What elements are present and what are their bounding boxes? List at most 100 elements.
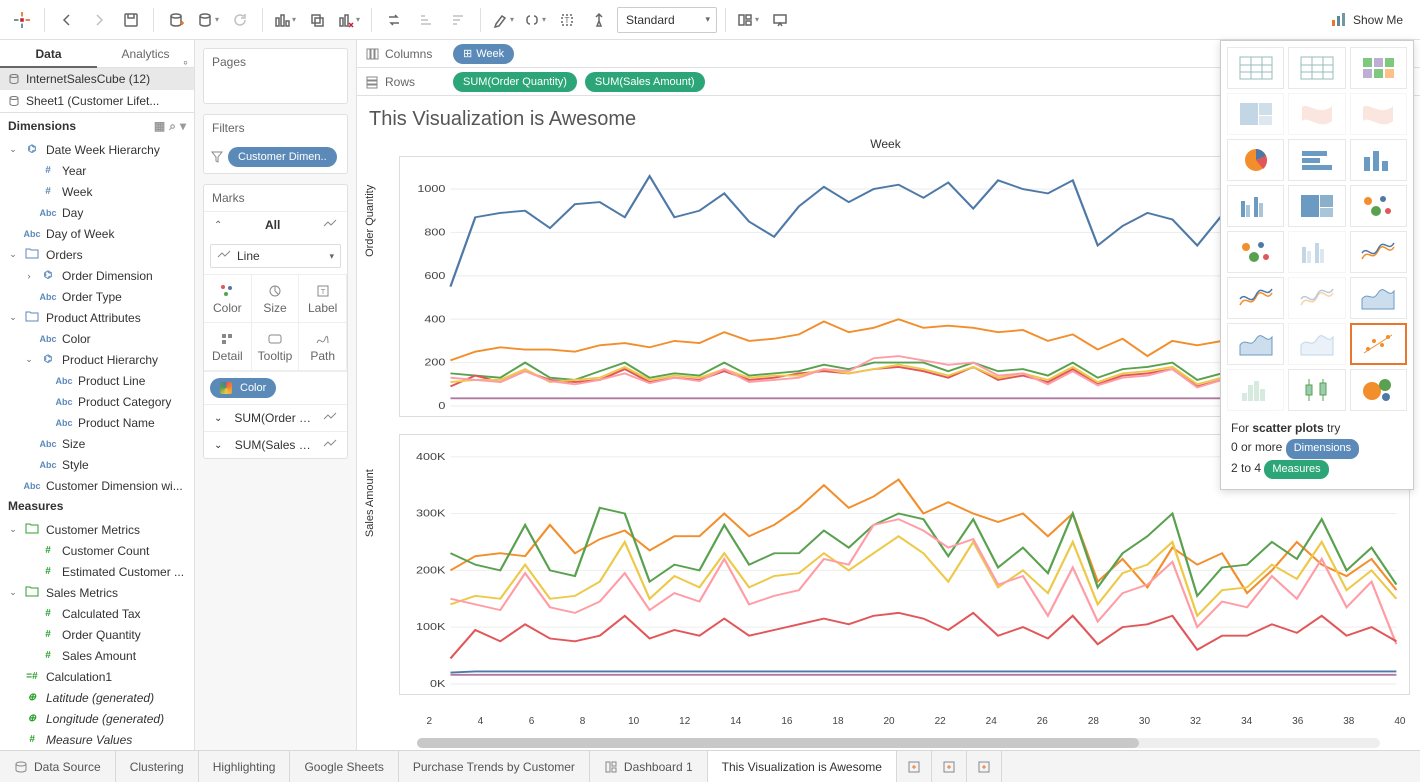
group-button[interactable] (521, 6, 549, 34)
showme-circle[interactable] (1227, 231, 1284, 273)
tableau-logo[interactable] (8, 6, 36, 34)
showme-area[interactable] (1350, 277, 1407, 319)
tree-item[interactable]: ⌄Customer Metrics (0, 519, 194, 540)
show-me-button[interactable]: Show Me (1322, 6, 1412, 34)
tree-item[interactable]: AbcProduct Category (0, 391, 194, 412)
tree-item[interactable]: AbcColor (0, 328, 194, 349)
tree-item[interactable]: AbcDay (0, 202, 194, 223)
showme-bar[interactable] (1350, 139, 1407, 181)
showme-table[interactable] (1227, 47, 1284, 89)
new-dashboard-button[interactable] (932, 751, 967, 782)
forward-button[interactable] (85, 6, 113, 34)
sheet-tab[interactable]: Clustering (116, 751, 199, 782)
tree-item[interactable]: ⌄Orders (0, 244, 194, 265)
showme-line[interactable] (1288, 277, 1345, 319)
showme-circle[interactable] (1350, 185, 1407, 227)
pause-updates-button[interactable] (194, 6, 222, 34)
showme-area[interactable] (1227, 323, 1284, 365)
marks-sum-sales[interactable]: ⌄SUM(Sales … (204, 431, 347, 458)
rows-pill-salesamt[interactable]: SUM(Sales Amount) (585, 72, 705, 92)
fit-dropdown[interactable]: Standard (617, 7, 717, 33)
refresh-button[interactable] (226, 6, 254, 34)
marks-detail[interactable]: Detail (204, 323, 252, 371)
tree-item[interactable]: ⌄⌬Date Week Hierarchy (0, 139, 194, 160)
tree-item[interactable]: ›⌬Order Dimension (0, 265, 194, 286)
clear-button[interactable] (335, 6, 363, 34)
sheet-tab[interactable]: Data Source (0, 751, 116, 782)
save-button[interactable] (117, 6, 145, 34)
tree-item[interactable]: AbcOrder Type (0, 286, 194, 307)
marks-all[interactable]: ⌃All (204, 211, 347, 238)
view-icon[interactable]: ▦ (154, 119, 165, 134)
showme-bubble[interactable] (1350, 369, 1407, 411)
tree-item[interactable]: AbcSize (0, 433, 194, 454)
sheet-tab[interactable]: Highlighting (199, 751, 291, 782)
marks-label[interactable]: TLabel (299, 275, 347, 323)
tree-item[interactable]: #Calculated Tax (0, 603, 194, 624)
tree-item[interactable]: ⊕Latitude (generated) (0, 687, 194, 708)
sort-asc-button[interactable] (412, 6, 440, 34)
text-button[interactable]: T (553, 6, 581, 34)
tree-item[interactable]: #Sales Amount (0, 645, 194, 666)
showme-histogram[interactable] (1227, 369, 1284, 411)
tree-item[interactable]: AbcProduct Name (0, 412, 194, 433)
data-tab[interactable]: Data (0, 40, 97, 67)
showme-sbs[interactable] (1288, 231, 1345, 273)
tree-item[interactable]: #Year (0, 160, 194, 181)
showme-boxplot[interactable] (1288, 369, 1345, 411)
tree-item[interactable]: ⌄Product Attributes (0, 307, 194, 328)
sheet-tab[interactable]: Dashboard 1 (590, 751, 708, 782)
datasource-row[interactable]: InternetSalesCube (12) (0, 68, 194, 90)
sheet-tab[interactable]: Purchase Trends by Customer (399, 751, 590, 782)
marks-color[interactable]: Color (204, 275, 252, 323)
marks-path[interactable]: Path (299, 323, 347, 371)
columns-pill-week[interactable]: ⊞Week (453, 44, 514, 64)
highlight-button[interactable] (489, 6, 517, 34)
tree-item[interactable]: AbcStyle (0, 454, 194, 475)
showme-area[interactable] (1288, 323, 1345, 365)
tree-item[interactable]: AbcProduct Line (0, 370, 194, 391)
presentation-button[interactable] (766, 6, 794, 34)
tree-item[interactable]: #Order Quantity (0, 624, 194, 645)
showme-line[interactable] (1227, 277, 1284, 319)
color-pill[interactable]: Color (210, 378, 276, 398)
filter-pill[interactable]: Customer Dimen.. (228, 147, 337, 167)
tree-item[interactable]: #Measure Values (0, 729, 194, 750)
tree-item[interactable]: AbcDay of Week (0, 223, 194, 244)
showme-treemap[interactable] (1227, 93, 1284, 135)
marks-size[interactable]: Size (252, 275, 300, 323)
showme-treemap[interactable] (1288, 185, 1345, 227)
mark-type-dropdown[interactable]: Line (210, 244, 341, 268)
marks-sum-order[interactable]: ⌄SUM(Order … (204, 404, 347, 431)
pin-button[interactable] (585, 6, 613, 34)
showme-scatter[interactable] (1350, 323, 1407, 365)
datasource-row[interactable]: Sheet1 (Customer Lifet... (0, 90, 194, 112)
duplicate-button[interactable] (303, 6, 331, 34)
showme-line[interactable] (1350, 231, 1407, 273)
sheet-tab[interactable]: Google Sheets (290, 751, 398, 782)
tree-item[interactable]: #Week (0, 181, 194, 202)
sort-desc-button[interactable] (444, 6, 472, 34)
swap-button[interactable] (380, 6, 408, 34)
new-story-button[interactable] (967, 751, 1002, 782)
showme-heatmap[interactable] (1350, 47, 1407, 89)
tree-item[interactable]: #Customer Count (0, 540, 194, 561)
pages-shelf[interactable]: Pages (203, 48, 348, 104)
sheet-tab[interactable]: This Visualization is Awesome (708, 751, 897, 782)
back-button[interactable] (53, 6, 81, 34)
new-datasource-button[interactable] (162, 6, 190, 34)
cards-button[interactable] (734, 6, 762, 34)
rows-pill-orderqty[interactable]: SUM(Order Quantity) (453, 72, 577, 92)
menu-icon[interactable]: ▾ (180, 119, 186, 134)
tree-item[interactable]: ⌄Sales Metrics (0, 582, 194, 603)
analytics-tab[interactable]: Analytics (97, 40, 194, 67)
tree-item[interactable]: ⊕Longitude (generated) (0, 708, 194, 729)
showme-table[interactable] (1288, 47, 1345, 89)
showme-hbar[interactable] (1288, 139, 1345, 181)
showme-sbs[interactable] (1227, 185, 1284, 227)
filters-shelf[interactable]: Filters Customer Dimen.. (203, 114, 348, 174)
new-worksheet-button[interactable] (271, 6, 299, 34)
search-icon[interactable]: ⌕ (169, 119, 176, 134)
horizontal-scrollbar[interactable] (417, 738, 1380, 748)
showme-map[interactable] (1350, 93, 1407, 135)
